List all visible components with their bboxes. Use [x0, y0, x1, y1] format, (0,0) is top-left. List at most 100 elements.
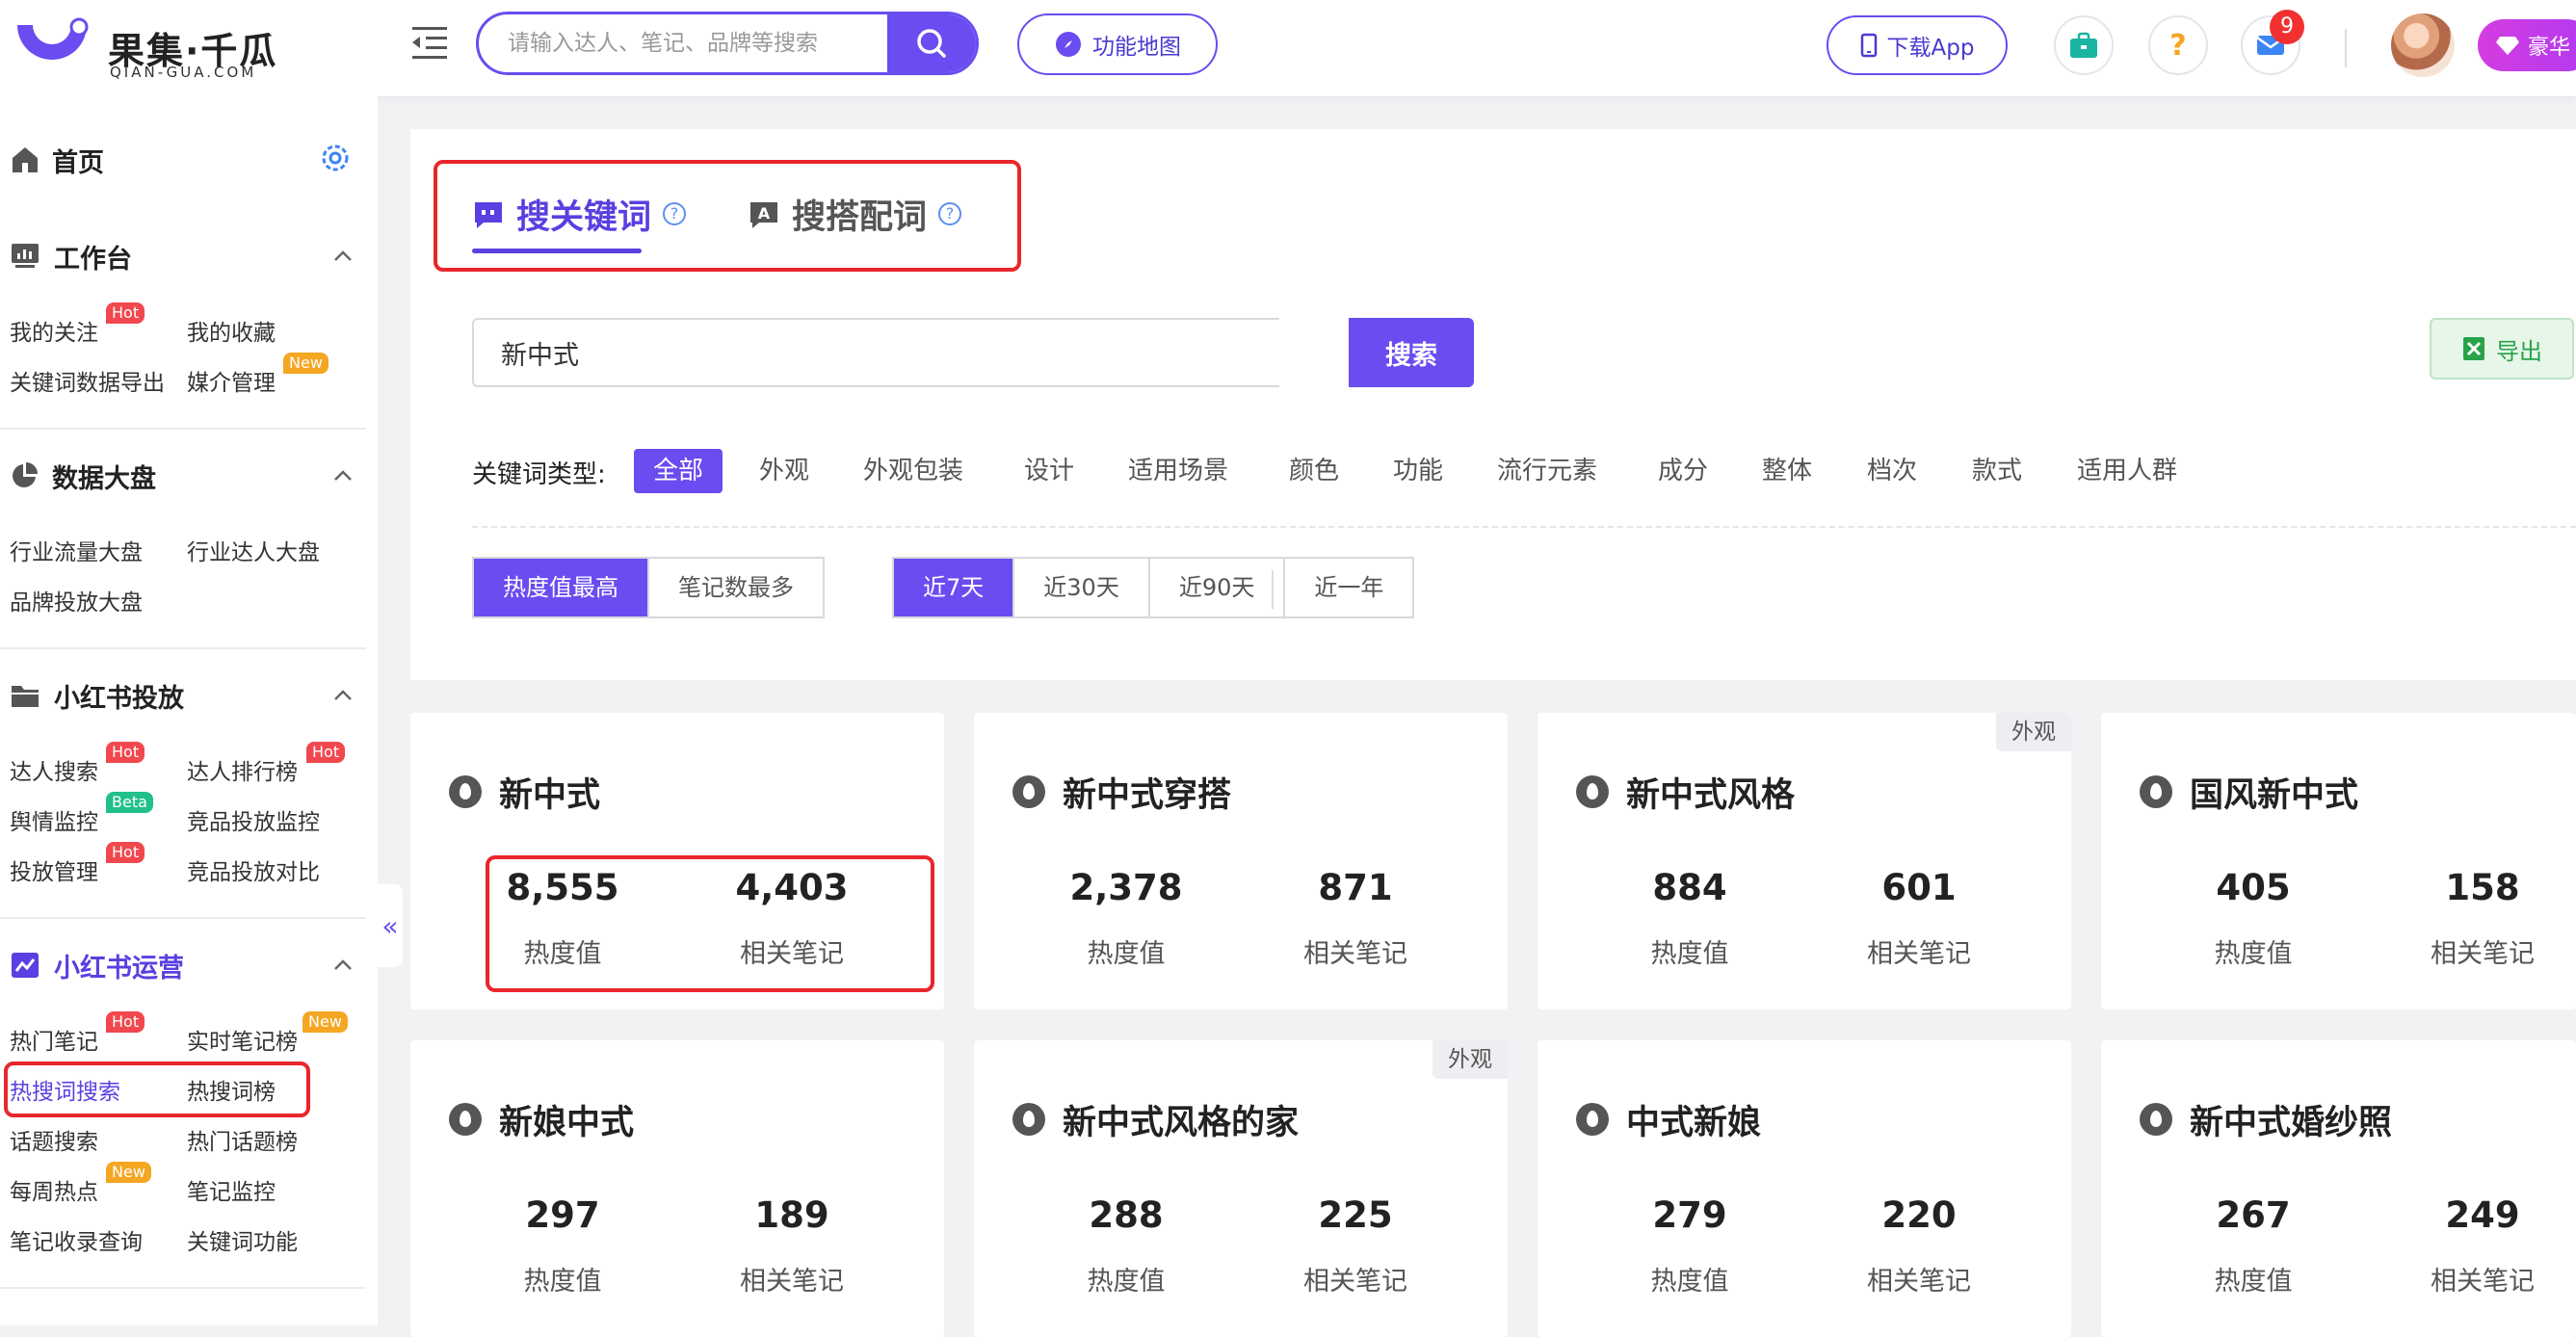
sidebar-item-realtime-notes[interactable]: 实时笔记榜 [187, 1023, 298, 1056]
time-range-30d[interactable]: 近30天 [1012, 559, 1148, 616]
keyword-card[interactable]: 新中式穿搭 2,378 871 热度值 相关笔记 [974, 713, 1508, 1009]
feature-map-button[interactable]: 功能地图 [1017, 13, 1218, 75]
chevron-up-icon[interactable] [331, 245, 355, 268]
sort-by-notes[interactable]: 笔记数最多 [647, 559, 823, 616]
keyword-title: 新中式婚纱照 [2140, 1096, 2392, 1142]
global-search-input[interactable] [479, 14, 891, 72]
download-app-label: 下载App [1886, 36, 1975, 61]
filter-chip[interactable]: 外观包装 [863, 449, 963, 493]
filter-chip[interactable]: 功能 [1393, 449, 1443, 493]
time-range-7d[interactable]: 近7天 [894, 559, 1013, 616]
sidebar-item-industry-kol[interactable]: 行业达人大盘 [187, 534, 320, 566]
time-range-1y[interactable]: 近一年 [1283, 559, 1412, 616]
sidebar-item-brand-delivery[interactable]: 品牌投放大盘 [10, 584, 143, 616]
chevron-up-icon[interactable] [331, 464, 355, 487]
filter-chip[interactable]: 成分 [1658, 449, 1708, 493]
logo[interactable]: 果集·千瓜 QIAN-GUA.COM [12, 13, 276, 83]
global-search [476, 12, 979, 75]
sidebar-item-kol-ranking[interactable]: 达人排行榜 [187, 753, 298, 786]
export-label: 导出 [2496, 337, 2542, 365]
filter-chip-all[interactable]: 全部 [634, 449, 723, 493]
sidebar-item-topic-search[interactable]: 话题搜索 [10, 1123, 98, 1156]
sidebar-item-competitor-monitor[interactable]: 竞品投放监控 [187, 803, 320, 836]
sidebar-collapse-button[interactable]: « [378, 884, 403, 967]
notes-value: 158 [2445, 867, 2520, 908]
filter-chip[interactable]: 档次 [1867, 449, 1917, 493]
global-search-button[interactable] [887, 14, 976, 72]
sidebar-item-home[interactable]: 首页 [10, 141, 104, 179]
logo-subtitle: QIAN-GUA.COM [110, 64, 257, 81]
chevron-up-icon[interactable] [331, 684, 355, 707]
filter-chip[interactable]: 适用场景 [1128, 449, 1228, 493]
settings-icon[interactable] [318, 141, 353, 175]
filter-chip[interactable]: 外观 [759, 449, 809, 493]
filter-chip[interactable]: 款式 [1972, 449, 2022, 493]
sidebar-section-xhs-operation[interactable]: 小红书运营 [10, 946, 184, 984]
keyword-card[interactable]: 外观 新中式风格的家 288 225 热度值 相关笔记 [974, 1040, 1508, 1337]
heat-label: 热度值 [2214, 1267, 2293, 1297]
heat-value: 288 [1089, 1194, 1164, 1236]
notes-label: 相关笔记 [1303, 939, 1407, 969]
sidebar-section-workbench[interactable]: 工作台 [10, 237, 132, 275]
section-title-label: 小红书投放 [54, 683, 184, 714]
sidebar-item-note-monitor[interactable]: 笔记监控 [187, 1173, 276, 1206]
time-range-toggle: 近7天 近30天 近90天 近一年 [892, 557, 1415, 618]
download-app-button[interactable]: 下载App [1827, 15, 2008, 75]
vip-button[interactable]: 豪华 [2478, 19, 2576, 71]
compass-icon [1056, 32, 1081, 57]
sidebar-item-media-management[interactable]: 媒介管理 [187, 364, 276, 397]
keyword-card[interactable]: 中式新娘 279 220 热度值 相关笔记 [1538, 1040, 2071, 1337]
sidebar-item-industry-traffic[interactable]: 行业流量大盘 [10, 534, 143, 566]
sidebar-item-delivery-management[interactable]: 投放管理 [10, 853, 98, 886]
beta-tag: Beta [106, 792, 153, 813]
sidebar-item-competitor-compare[interactable]: 竞品投放对比 [187, 853, 320, 886]
keyword-search-button[interactable]: 搜索 [1349, 318, 1474, 387]
menu-toggle-icon[interactable] [408, 21, 451, 64]
hot-tag: Hot [106, 742, 145, 763]
sidebar-item-keyword-export[interactable]: 关键词数据导出 [10, 364, 165, 397]
vip-label: 豪华 [2528, 36, 2571, 60]
keyword-text: 新中式风格的家 [1063, 1103, 1300, 1142]
sidebar-item-sentiment-monitor[interactable]: 舆情监控 [10, 803, 98, 836]
sidebar-item-my-favorites[interactable]: 我的收藏 [187, 314, 276, 347]
search-panel: 搜关键词 ? A 搜搭配词 ? 搜索 导出 关键词类型: 全部 外观 外观包装 … [410, 129, 2576, 680]
sidebar-item-keyword-feature[interactable]: 关键词功能 [187, 1223, 298, 1256]
fire-icon [2140, 775, 2172, 808]
keyword-card[interactable]: 外观 新中式风格 884 601 热度值 相关笔记 [1538, 713, 2071, 1009]
sort-by-heat[interactable]: 热度值最高 [474, 559, 647, 616]
keyword-type-label: 关键词类型: [472, 460, 606, 489]
sidebar-item-note-index-query[interactable]: 笔记收录查询 [10, 1223, 143, 1256]
export-button[interactable]: 导出 [2430, 318, 2574, 380]
feature-map-label: 功能地图 [1092, 35, 1181, 60]
sidebar-item-my-follows[interactable]: 我的关注 [10, 314, 98, 347]
keyword-text: 新娘中式 [499, 1103, 635, 1142]
sidebar-section-data-dashboard[interactable]: 数据大盘 [10, 457, 156, 495]
sidebar-item-hot-notes[interactable]: 热门笔记 [10, 1023, 98, 1056]
help-button[interactable]: ? [2148, 15, 2208, 75]
keyword-card[interactable]: 新娘中式 297 189 热度值 相关笔记 [410, 1040, 944, 1337]
highlight-box-sidebar [4, 1062, 310, 1117]
sidebar-section-xhs-delivery[interactable]: 小红书投放 [10, 676, 184, 715]
filter-chip[interactable]: 流行元素 [1497, 449, 1597, 493]
filter-chip[interactable]: 设计 [1024, 449, 1074, 493]
keyword-search-input[interactable] [472, 318, 1279, 387]
notes-value: 220 [1881, 1194, 1957, 1236]
keyword-text: 新中式穿搭 [1063, 775, 1232, 815]
keyword-card[interactable]: 国风新中式 405 158 热度值 相关笔记 [2101, 713, 2576, 1009]
sidebar-item-weekly-hotspot[interactable]: 每周热点 [10, 1173, 98, 1206]
filter-chip[interactable]: 颜色 [1289, 449, 1339, 493]
toolbox-button[interactable] [2054, 15, 2114, 75]
folder-icon [12, 686, 39, 707]
sidebar-item-hot-topic-ranking[interactable]: 热门话题榜 [187, 1123, 298, 1156]
keyword-card[interactable]: 新中式婚纱照 267 249 热度值 相关笔记 [2101, 1040, 2576, 1337]
sidebar-item-kol-search[interactable]: 达人搜索 [10, 753, 98, 786]
section-title-label: 数据大盘 [52, 463, 156, 494]
avatar[interactable] [2391, 13, 2455, 77]
keyword-text: 新中式风格 [1626, 775, 1796, 815]
filter-chip[interactable]: 适用人群 [2077, 449, 2177, 493]
briefcase-icon [2070, 32, 2097, 58]
keyword-text: 国风新中式 [2190, 775, 2359, 815]
chevron-up-icon[interactable] [331, 954, 355, 977]
time-range-90d[interactable]: 近90天 [1147, 559, 1284, 616]
filter-chip[interactable]: 整体 [1762, 449, 1812, 493]
